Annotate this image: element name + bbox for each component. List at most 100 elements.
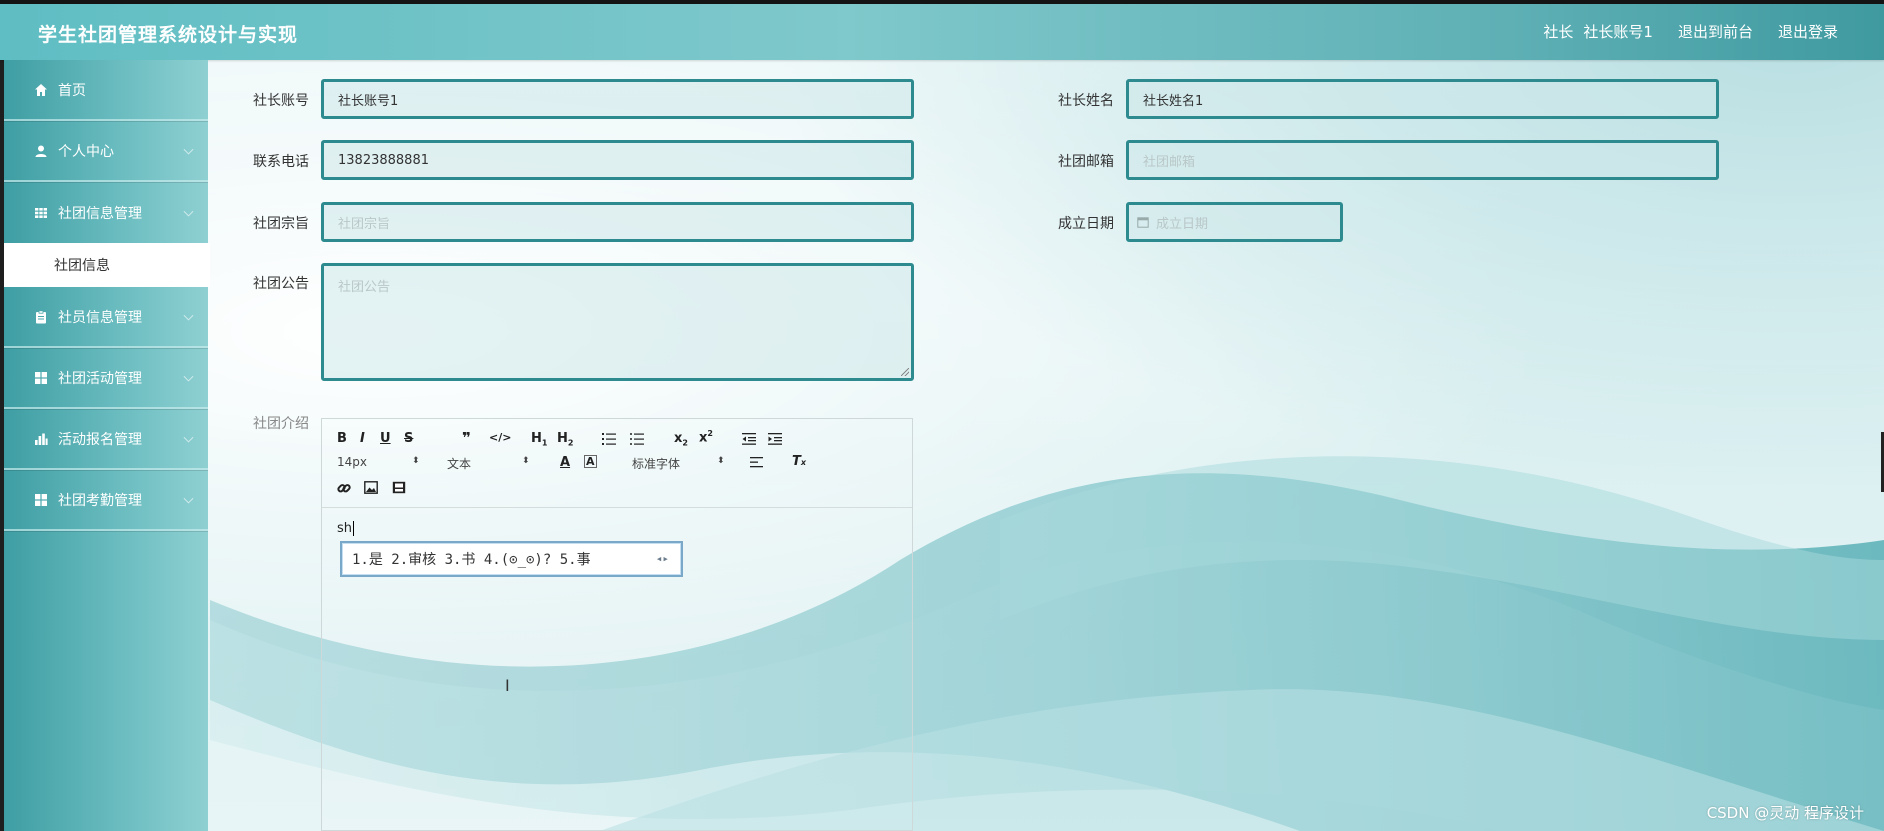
chevron-down-icon [183,371,194,382]
founded-date-picker[interactable]: 成立日期 [1126,202,1343,242]
notice-placeholder: 社团公告 [338,280,391,295]
sidebar-item-label: 社团活动管理 [58,370,142,387]
user-icon [35,145,47,157]
sidebar-item-club-info-mgmt[interactable]: 社团信息管理 [4,182,208,243]
email-label: 社团邮箱 [1058,154,1114,170]
sidebar-item-label: 首页 [58,82,86,99]
italic-icon[interactable]: I [360,431,365,446]
align-left-icon[interactable] [750,457,763,468]
email-placeholder: 社团邮箱 [1143,154,1196,170]
sidebar-item-signup-mgmt[interactable]: 活动报名管理 [4,409,208,470]
typed-text: sh [337,521,353,536]
font-size-select[interactable]: 14px ⬍ [337,455,422,469]
sidebar-item-personal-center[interactable]: 个人中心 [4,121,208,182]
indent-icon[interactable] [768,433,782,445]
home-icon [35,83,47,96]
chevron-down-icon [183,432,194,443]
phone-field[interactable]: 13823888881 [321,140,914,180]
background-color-icon[interactable]: A [584,455,597,468]
exit-to-front-link[interactable]: 退出到前台 [1678,21,1753,42]
watermark: CSDN @灵动 程序设计 [1706,804,1864,822]
founded-date-label: 成立日期 [1058,216,1114,232]
founded-date-placeholder: 成立日期 [1156,216,1209,232]
sidebar-item-attendance-mgmt[interactable]: 社团考勤管理 [4,470,208,531]
outdent-icon[interactable] [742,433,756,445]
user-account: 社长账号1 [1583,23,1653,41]
select-arrows-icon: ⬍ [522,456,530,466]
sidebar-item-member-info-mgmt[interactable]: 社员信息管理 [4,287,208,348]
clipboard-icon [36,309,46,323]
font-size-value: 14px [337,455,367,469]
chevron-down-icon [183,493,194,504]
phone-label: 联系电话 [253,154,309,170]
select-arrows-icon: ⬍ [412,456,420,466]
sidebar-item-home[interactable]: 首页 [4,60,208,121]
bar-chart-icon [35,433,48,445]
grid-icon [35,493,47,506]
chevron-down-icon [183,310,194,321]
leader-name-value: 社长姓名1 [1143,93,1204,109]
heading2-icon[interactable]: H2 [557,431,573,448]
user-role: 社长 [1543,23,1574,41]
paragraph-value: 文本 [447,457,472,471]
image-icon[interactable] [364,481,378,494]
sidebar-item-activity-mgmt[interactable]: 社团活动管理 [4,348,208,409]
video-icon[interactable] [392,481,406,494]
sidebar-item-label: 活动报名管理 [58,431,142,448]
top-header: 学生社团管理系统设计与实现 社长 社长账号1 退出到前台 退出登录 [0,0,1884,60]
sidebar-item-label: 社员信息管理 [58,309,142,326]
underline-icon[interactable]: U [380,431,391,446]
blockquote-icon[interactable]: ❞ [462,429,471,447]
grid-icon [35,207,47,218]
font-family-select[interactable]: 标准字体 ⬍ [632,455,727,472]
sidebar-item-label: 社团考勤管理 [58,492,142,509]
text-cursor-icon: I [505,676,510,695]
grid-icon [35,371,47,384]
subscript-icon[interactable]: x2 [674,431,688,448]
purpose-field[interactable]: 社团宗旨 [321,202,914,242]
select-arrows-icon: ⬍ [717,456,725,466]
calendar-icon [1137,217,1149,228]
font-family-value: 标准字体 [632,457,681,471]
text-caret [353,521,355,536]
superscript-icon[interactable]: x2 [699,429,713,445]
editor-toolbar: B I U S ❞ </> H1 H2 x2 x2 14px ⬍ 文本 ⬍ A … [322,419,912,508]
leader-account-field[interactable]: 社长账号1 [321,79,914,119]
ordered-list-icon[interactable] [602,433,616,445]
ime-page-arrows-icon[interactable]: ◂▸ [656,552,669,565]
sidebar: 首页 个人中心 社团信息管理 社团信息 社员信息管理 社团活动管理 活动报名管理… [4,60,210,831]
email-field[interactable]: 社团邮箱 [1126,140,1719,180]
header-actions: 社长 社长账号1 退出到前台 退出登录 [1543,21,1838,42]
bullet-list-icon[interactable] [630,433,644,445]
sidebar-subitem-club-info[interactable]: 社团信息 [4,243,210,287]
editor-content[interactable]: sh [337,521,355,536]
clear-format-icon[interactable]: Tx [792,454,806,469]
code-block-icon[interactable]: </> [489,431,511,444]
current-user: 社长 社长账号1 [1543,21,1653,42]
purpose-placeholder: 社团宗旨 [338,216,391,232]
link-icon[interactable] [337,481,351,495]
chevron-down-icon [183,206,194,217]
leader-name-field[interactable]: 社长姓名1 [1126,79,1719,119]
bold-icon[interactable]: B [337,431,347,446]
leader-account-value: 社长账号1 [338,93,399,109]
purpose-label: 社团宗旨 [253,216,309,232]
app-title: 学生社团管理系统设计与实现 [38,24,299,46]
rich-text-editor[interactable]: B I U S ❞ </> H1 H2 x2 x2 14px ⬍ 文本 ⬍ A … [321,418,913,831]
window-top-edge [0,0,1884,4]
paragraph-select[interactable]: 文本 ⬍ [447,455,532,472]
sidebar-item-label: 个人中心 [58,143,114,160]
leader-name-label: 社长姓名 [1058,93,1114,109]
strikethrough-icon[interactable]: S [404,431,413,446]
phone-value: 13823888881 [338,152,429,168]
sidebar-item-label: 社团信息管理 [58,205,142,222]
intro-label: 社团介绍 [253,416,309,432]
notice-textarea[interactable]: 社团公告 [321,263,914,381]
heading1-icon[interactable]: H1 [531,431,547,448]
notice-label: 社团公告 [253,276,309,292]
logout-link[interactable]: 退出登录 [1778,21,1838,42]
resize-handle-icon[interactable] [901,368,909,376]
font-color-icon[interactable]: A [560,455,570,470]
ime-candidate-window[interactable]: 1.是 2.审核 3.书 4.(⊙_⊙)? 5.事 ◂▸ [340,541,683,577]
chevron-down-icon [183,144,194,155]
